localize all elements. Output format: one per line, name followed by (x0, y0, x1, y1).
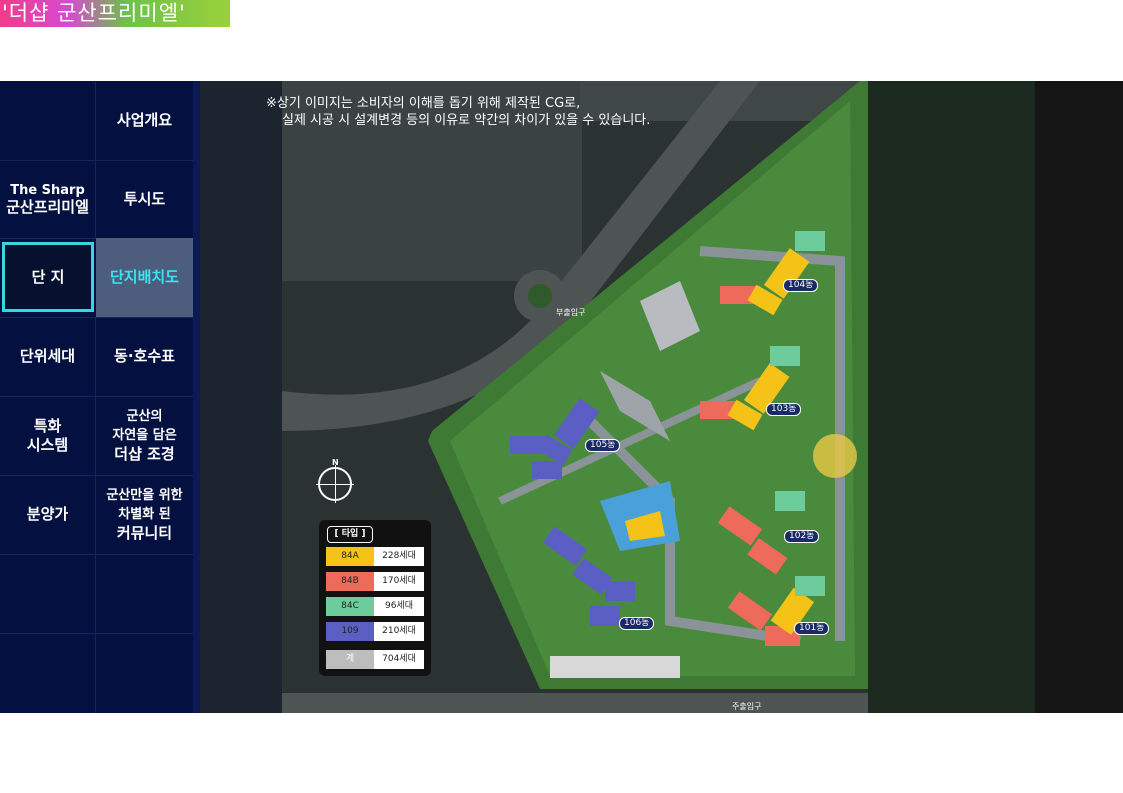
nav-item-special-system[interactable]: 특화 시스템 (0, 396, 96, 475)
nav-landscape-line2: 자연을 담은 (112, 428, 177, 443)
site-plan-map: ※상기 이미지는 소비자의 이해를 돕기 위해 제작된 CG로, 실제 시공 시… (200, 81, 1035, 713)
legend-type: 84B (326, 572, 374, 591)
nav-divider (193, 81, 200, 713)
building-105-tag[interactable]: 105동 (585, 439, 621, 452)
nav-community-line3: 커뮤니티 (116, 524, 173, 542)
disclaimer-notice: ※상기 이미지는 소비자의 이해를 돕기 위해 제작된 CG로, 실제 시공 시… (266, 95, 650, 129)
nav-landscape-line3: 더샵 조경 (114, 445, 175, 463)
nav-special-line1: 특화 (33, 416, 62, 435)
legend-count: 170세대 (374, 572, 424, 591)
building-102-tag[interactable]: 102동 (784, 530, 820, 543)
nav-special-line2: 시스템 (26, 435, 69, 454)
notice-line2: 실제 시공 시 설계변경 등의 이유로 약간의 차이가 있을 수 있습니다. (282, 113, 651, 128)
building-103-tag[interactable]: 103동 (766, 403, 802, 416)
legend-count: 704세대 (374, 650, 424, 669)
nav-sharp-subtitle: 군산프리미엘 (6, 198, 89, 216)
building-101-tag[interactable]: 101동 (794, 622, 830, 635)
legend-count: 228세대 (374, 547, 424, 566)
unit-type-legend: [ 타입 ] 84A 228세대 84B 170세대 84C 96세대 109 … (319, 520, 431, 676)
nav-item-unit-table[interactable]: 동·호수표 (96, 317, 193, 396)
nav-item-price[interactable]: 분양가 (0, 475, 96, 554)
nav-row-rendering: The Sharp 군산프리미엘 투시도 (0, 160, 193, 239)
legend-type: 84A (326, 547, 374, 566)
legend-title: [ 타입 ] (327, 526, 373, 543)
main-entrance-label: 주출입구 (732, 702, 762, 711)
nav-item-unit-plan[interactable]: 단위세대 (0, 317, 96, 396)
nav-row-units: 단위세대 동·호수표 (0, 317, 193, 397)
legend-count: 96세대 (374, 597, 424, 616)
building-106-tag[interactable]: 106동 (619, 617, 655, 630)
nav-item-overview[interactable]: 사업개요 (96, 81, 193, 160)
map-right-edge (1035, 81, 1123, 713)
side-nav: 사업개요 The Sharp 군산프리미엘 투시도 단 지 단지배치도 단위세대… (0, 81, 200, 713)
legend-type: 계 (326, 650, 374, 669)
nav-row-empty2 (0, 633, 193, 713)
legend-row: 109 210세대 (326, 622, 424, 641)
nav-empty-cell (0, 554, 96, 633)
brand-title: '더샵 군산프리미엘' (0, 0, 230, 27)
notice-line1: ※상기 이미지는 소비자의 이해를 돕기 위해 제작된 CG로, (266, 96, 581, 111)
legend-count: 210세대 (374, 622, 424, 641)
legend-type: 84C (326, 597, 374, 616)
nav-community-line1: 군산만을 위한 (106, 488, 183, 503)
sub-entrance-label: 부출입구 (556, 308, 586, 317)
legend-row: 84B 170세대 (326, 572, 424, 591)
legend-row: 계 704세대 (326, 650, 424, 669)
nav-item-landscape[interactable]: 군산의 자연을 담은 더샵 조경 (96, 396, 193, 475)
nav-row-overview: 사업개요 (0, 81, 193, 161)
legend-row: 84C 96세대 (326, 597, 424, 616)
nav-landscape-line1: 군산의 (126, 409, 163, 424)
nav-row-price: 분양가 군산만을 위한 차별화 된 커뮤니티 (0, 475, 193, 555)
building-104-tag[interactable]: 104동 (783, 279, 819, 292)
nav-item-rendering[interactable]: 투시도 (96, 160, 193, 238)
compass-icon (316, 465, 354, 503)
nav-row-special: 특화 시스템 군산의 자연을 담은 더샵 조경 (0, 396, 193, 476)
nav-row-complex: 단 지 단지배치도 (0, 238, 193, 318)
nav-community-line2: 차별화 된 (118, 507, 171, 522)
nav-item-the-sharp[interactable]: The Sharp 군산프리미엘 (0, 160, 96, 238)
nav-row-empty1 (0, 554, 193, 634)
compass-north-label: N (332, 458, 339, 467)
nav-item-community[interactable]: 군산만을 위한 차별화 된 커뮤니티 (96, 475, 193, 554)
nav-item-complex[interactable]: 단 지 (2, 242, 94, 312)
legend-type: 109 (326, 622, 374, 641)
nav-empty-cell (0, 81, 96, 160)
nav-empty-cell (0, 633, 96, 713)
legend-row: 84A 228세대 (326, 547, 424, 566)
nav-empty-cell (96, 633, 193, 713)
nav-empty-cell (96, 554, 193, 633)
nav-item-site-plan[interactable]: 단지배치도 (96, 238, 193, 317)
nav-sharp-title: The Sharp (10, 183, 85, 198)
